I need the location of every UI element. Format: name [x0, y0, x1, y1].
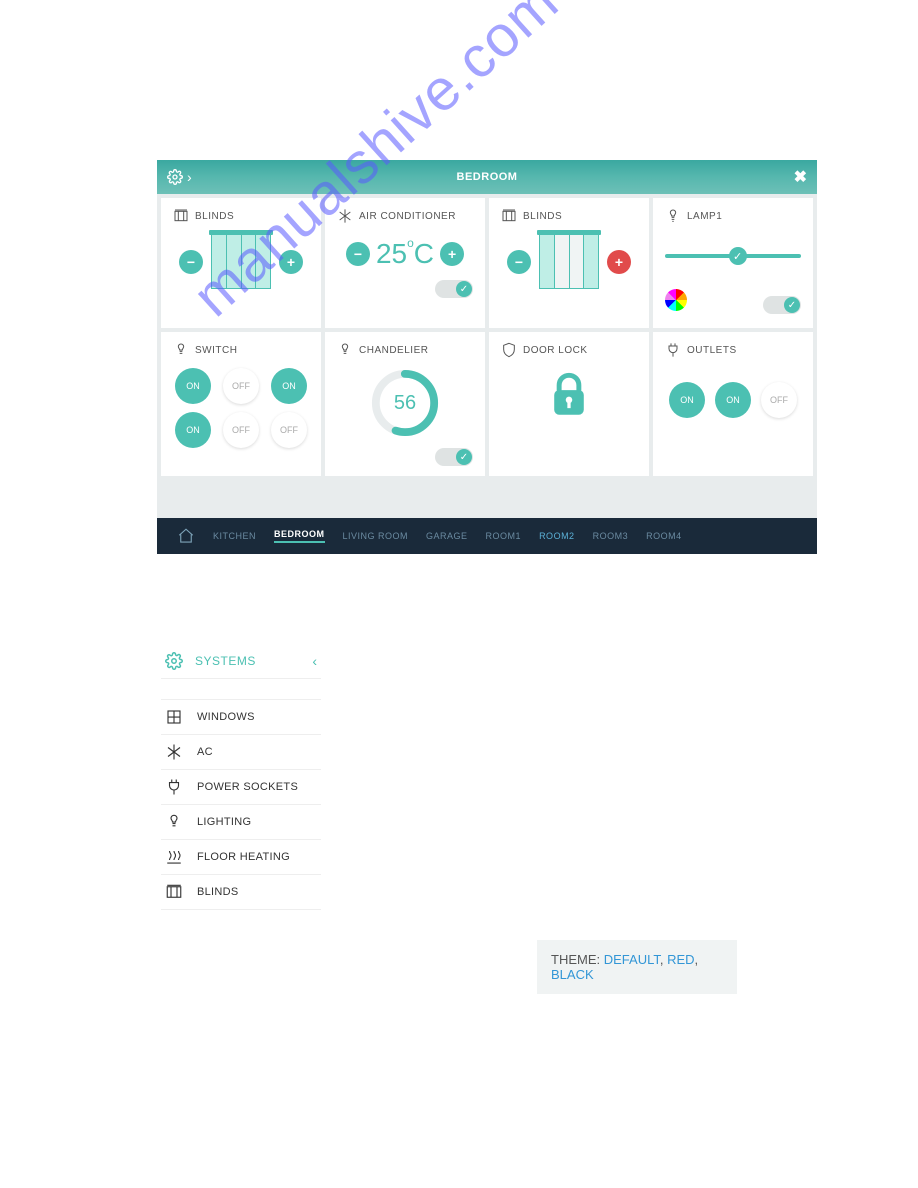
nav-room-room2[interactable]: ROOM2 — [539, 531, 575, 541]
blinds-graphic — [211, 234, 271, 289]
home-icon[interactable] — [177, 527, 195, 545]
card-label: BLINDS — [195, 211, 234, 222]
card-outlets: OUTLETS ON ON OFF — [653, 332, 813, 476]
card-lamp: LAMP1 ✓ — [653, 198, 813, 328]
theme-default[interactable]: DEFAULT — [604, 952, 660, 967]
card-label: OUTLETS — [687, 345, 737, 356]
systems-panel: SYSTEMS ‹ WINDOWS AC POWER SOCKETS LIGHT… — [161, 644, 321, 910]
sys-item-ac[interactable]: AC — [161, 735, 321, 770]
switch-btn-3[interactable]: ON — [271, 368, 307, 404]
dimmer-ring[interactable]: 56 — [370, 368, 440, 438]
plug-icon — [165, 778, 183, 796]
snowflake-icon — [165, 743, 183, 761]
switch-btn-1[interactable]: ON — [175, 368, 211, 404]
minus-button[interactable]: − — [346, 242, 370, 266]
sys-item-lighting[interactable]: LIGHTING — [161, 805, 321, 840]
chandelier-icon — [337, 342, 353, 358]
page-title: BEDROOM — [457, 171, 518, 183]
heating-icon — [165, 848, 183, 866]
blinds-graphic — [539, 234, 599, 289]
plus-button[interactable]: + — [607, 250, 631, 274]
systems-header: SYSTEMS ‹ — [161, 644, 321, 679]
systems-list: WINDOWS AC POWER SOCKETS LIGHTING FLOOR … — [161, 699, 321, 910]
sys-item-label: POWER SOCKETS — [197, 781, 298, 793]
card-label: CHANDELIER — [359, 345, 428, 356]
temperature-value: 25oC — [376, 238, 434, 270]
card-grid: BLINDS − + AIR CONDITIONER − — [157, 194, 817, 480]
card-label: BLINDS — [523, 211, 562, 222]
shield-icon — [501, 342, 517, 358]
card-label: LAMP1 — [687, 211, 722, 222]
sys-item-label: AC — [197, 746, 213, 758]
window-icon — [165, 708, 183, 726]
minus-button[interactable]: − — [179, 250, 203, 274]
card-ac: AIR CONDITIONER − 25oC + — [325, 198, 485, 328]
card-switch: SWITCH ON OFF ON ON OFF OFF — [161, 332, 321, 476]
switch-btn-4[interactable]: ON — [175, 412, 211, 448]
titlebar: › BEDROOM ✖ — [157, 160, 817, 194]
app-panel: › BEDROOM ✖ BLINDS − + — [157, 160, 817, 554]
systems-title: SYSTEMS — [195, 654, 312, 668]
bottom-nav: KITCHEN BEDROOM LIVING ROOM GARAGE ROOM1… — [157, 518, 817, 554]
card-blinds-2: BLINDS − + — [489, 198, 649, 328]
card-label: DOOR LOCK — [523, 345, 588, 356]
sys-item-label: WINDOWS — [197, 711, 255, 723]
sys-item-label: FLOOR HEATING — [197, 851, 290, 863]
switch-btn-5[interactable]: OFF — [223, 412, 259, 448]
sys-item-windows[interactable]: WINDOWS — [161, 700, 321, 735]
sys-item-power[interactable]: POWER SOCKETS — [161, 770, 321, 805]
card-doorlock: DOOR LOCK — [489, 332, 649, 476]
toggle-switch[interactable] — [435, 280, 473, 298]
color-wheel[interactable] — [665, 289, 687, 311]
theme-prefix: THEME: — [551, 952, 604, 967]
gap-strip — [157, 480, 817, 518]
switch-grid: ON OFF ON ON OFF OFF — [173, 368, 309, 448]
dimmer-value: 56 — [370, 368, 440, 438]
sys-item-blinds[interactable]: BLINDS — [161, 875, 321, 910]
plus-button[interactable]: + — [440, 242, 464, 266]
sys-item-label: BLINDS — [197, 886, 239, 898]
theme-box: THEME: DEFAULT, RED, BLACK — [537, 940, 737, 994]
gear-icon — [165, 652, 183, 670]
nav-room-bedroom[interactable]: BEDROOM — [274, 529, 325, 543]
outlet-btn-2[interactable]: ON — [715, 382, 751, 418]
blinds-icon — [173, 208, 189, 224]
nav-room-room1[interactable]: ROOM1 — [486, 531, 522, 541]
nav-room-room3[interactable]: ROOM3 — [593, 531, 629, 541]
chevron-left-icon[interactable]: ‹ — [312, 653, 317, 669]
snowflake-icon — [337, 208, 353, 224]
close-icon[interactable]: ✖ — [794, 167, 807, 187]
card-label: SWITCH — [195, 345, 237, 356]
brightness-slider[interactable]: ✓ — [665, 254, 801, 258]
gear-icon[interactable] — [167, 169, 183, 185]
blinds-icon — [165, 883, 183, 901]
card-chandelier: CHANDELIER 56 — [325, 332, 485, 476]
chevron-right-icon[interactable]: › — [187, 169, 192, 185]
theme-black[interactable]: BLACK — [551, 967, 594, 982]
sys-item-label: LIGHTING — [197, 816, 251, 828]
switch-btn-2[interactable]: OFF — [223, 368, 259, 404]
card-blinds-1: BLINDS − + — [161, 198, 321, 328]
nav-room-livingroom[interactable]: LIVING ROOM — [343, 531, 409, 541]
card-label: AIR CONDITIONER — [359, 211, 456, 222]
switch-btn-6[interactable]: OFF — [271, 412, 307, 448]
nav-room-kitchen[interactable]: KITCHEN — [213, 531, 256, 541]
toggle-switch[interactable] — [763, 296, 801, 314]
minus-button[interactable]: − — [507, 250, 531, 274]
sys-item-heating[interactable]: FLOOR HEATING — [161, 840, 321, 875]
lamp-icon — [665, 208, 681, 224]
lock-icon[interactable] — [549, 372, 589, 418]
outlet-btn-1[interactable]: ON — [669, 382, 705, 418]
bulb-icon — [165, 813, 183, 831]
nav-room-garage[interactable]: GARAGE — [426, 531, 468, 541]
blinds-icon — [501, 208, 517, 224]
switch-icon — [173, 342, 189, 358]
toggle-switch[interactable] — [435, 448, 473, 466]
theme-red[interactable]: RED — [667, 952, 694, 967]
outlet-btn-3[interactable]: OFF — [761, 382, 797, 418]
nav-room-room4[interactable]: ROOM4 — [646, 531, 682, 541]
plug-icon — [665, 342, 681, 358]
plus-button[interactable]: + — [279, 250, 303, 274]
